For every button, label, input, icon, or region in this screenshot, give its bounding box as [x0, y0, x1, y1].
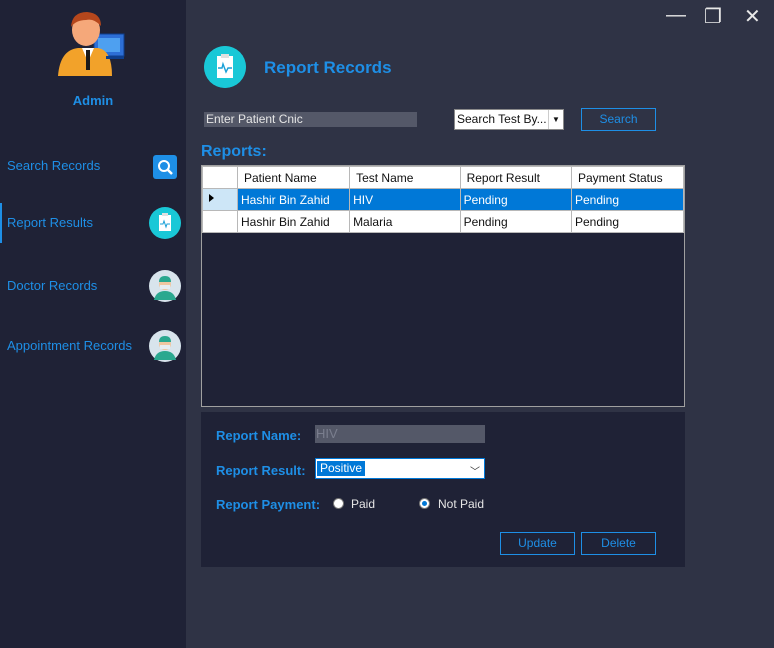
table-cell[interactable]: HIV [349, 188, 461, 211]
chevron-down-icon: ▼ [548, 110, 563, 129]
sidebar-item-search-records[interactable]: Search Records [0, 146, 186, 186]
search-test-by-value: Search Test By... [457, 112, 547, 126]
sidebar-item-appointment-records[interactable]: Appointment Records [0, 326, 186, 366]
sidebar-item-report-results[interactable]: Report Results [0, 203, 186, 243]
report-result-dropdown[interactable]: Positive ﹀ [315, 458, 485, 479]
table-cell[interactable]: Pending [570, 188, 685, 211]
column-header[interactable]: Payment Status [570, 166, 685, 189]
report-payment-label: Report Payment: [216, 497, 321, 512]
sidebar-item-label: Doctor Records [7, 278, 98, 293]
row-selector[interactable] [202, 210, 238, 233]
table-cell[interactable]: Pending [459, 188, 572, 211]
table-header-row: Patient Name Test Name Report Result Pay… [202, 166, 685, 189]
reports-table: Patient Name Test Name Report Result Pay… [201, 165, 685, 407]
sidebar-item-label: Report Results [7, 215, 93, 230]
report-result-label: Report Result: [216, 463, 306, 478]
main-content: — ❐ ✕ Report Records Enter Patient Cnic … [186, 0, 774, 648]
table-cell[interactable]: Hashir Bin Zahid [236, 188, 351, 211]
delete-button[interactable]: Delete [581, 532, 656, 555]
report-icon [204, 46, 246, 88]
column-header[interactable]: Report Result [459, 166, 572, 189]
report-name-field[interactable]: HIV [315, 425, 485, 443]
search-button[interactable]: Search [581, 108, 656, 131]
admin-avatar-icon [58, 12, 125, 76]
search-icon [153, 155, 177, 179]
table-row[interactable]: Hashir Bin Zahid HIV Pending Pending [202, 188, 685, 211]
chevron-down-icon: ﹀ [470, 467, 480, 478]
sidebar-item-label: Search Records [7, 158, 101, 173]
not-paid-radio[interactable] [419, 498, 430, 509]
column-header[interactable]: Test Name [349, 166, 461, 189]
close-button[interactable]: ✕ [744, 4, 761, 29]
table-cell[interactable]: Pending [459, 210, 572, 233]
report-icon [149, 207, 181, 239]
paid-radio[interactable] [333, 498, 344, 509]
not-paid-label[interactable]: Not Paid [438, 497, 484, 511]
patient-cnic-input[interactable]: Enter Patient Cnic [204, 112, 417, 127]
table-row[interactable]: Hashir Bin Zahid Malaria Pending Pending [202, 210, 685, 233]
sidebar-item-label: Appointment Records [7, 338, 133, 353]
admin-label: Admin [72, 93, 114, 108]
report-name-label: Report Name: [216, 428, 302, 443]
row-header-corner [202, 166, 238, 189]
page-title: Report Records [264, 58, 392, 77]
column-header[interactable]: Patient Name [236, 166, 351, 189]
table-cell[interactable]: Pending [570, 210, 685, 233]
reports-label: Reports: [201, 143, 267, 160]
restore-button[interactable]: ❐ [704, 4, 722, 29]
table-cell[interactable]: Malaria [349, 210, 461, 233]
paid-label[interactable]: Paid [351, 497, 375, 511]
report-edit-panel: Report Name: HIV Report Result: Positive… [201, 412, 685, 567]
minimize-button[interactable]: — [666, 4, 686, 27]
row-selector[interactable] [202, 188, 238, 211]
sidebar-item-doctor-records[interactable]: Doctor Records [0, 266, 186, 306]
sidebar: Admin Search Records Report Results Doct… [0, 0, 186, 648]
table-cell[interactable]: Hashir Bin Zahid [236, 210, 351, 233]
row-pointer-icon [209, 194, 214, 202]
search-test-by-dropdown[interactable]: Search Test By... ▼ [454, 109, 564, 130]
doctor-icon [149, 270, 181, 302]
doctor-icon [149, 330, 181, 362]
update-button[interactable]: Update [500, 532, 575, 555]
report-result-value: Positive [317, 461, 366, 476]
